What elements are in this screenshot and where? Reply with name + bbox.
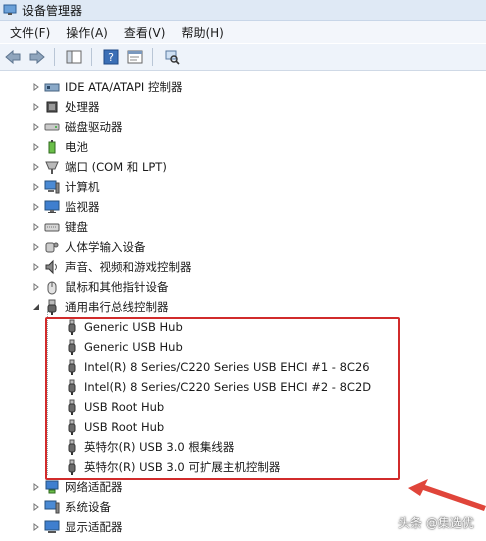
expand-arrow-icon[interactable] — [32, 263, 40, 271]
forward-button[interactable] — [26, 47, 48, 67]
tree-item-label: 通用串行总线控制器 — [65, 300, 169, 314]
tree-item-ports[interactable]: 端口 (COM 和 LPT) — [0, 157, 230, 177]
tree-item-monitor[interactable]: 监视器 — [0, 197, 230, 217]
expand-arrow-icon[interactable] — [32, 183, 40, 191]
toolbar-separator — [54, 48, 55, 66]
expand-arrow-icon[interactable] — [32, 83, 40, 91]
forward-arrow-icon — [29, 50, 45, 64]
collapse-arrow-icon[interactable] — [32, 303, 40, 311]
battery-icon — [44, 139, 60, 155]
expand-arrow-icon[interactable] — [32, 523, 40, 531]
tree-item-battery[interactable]: 电池 — [0, 137, 230, 157]
properties-button[interactable] — [124, 47, 146, 67]
tree-item-sound[interactable]: 声音、视频和游戏控制器 — [0, 257, 230, 277]
toolbar-separator — [91, 48, 92, 66]
help-button[interactable]: ? — [100, 47, 122, 67]
computer-icon — [44, 179, 60, 195]
disk-drive-icon — [44, 119, 60, 135]
tree-item-label: 计算机 — [65, 180, 100, 194]
tree-item-label: 电池 — [65, 140, 88, 154]
scan-hardware-icon — [165, 50, 180, 65]
toolbar-separator — [152, 48, 153, 66]
device-tree: IDE ATA/ATAPI 控制器 处理器 磁盘驱动器 电池 端口 (COM 和… — [0, 71, 486, 541]
properties-icon — [127, 50, 143, 64]
hid-icon — [44, 239, 60, 255]
highlight-box — [45, 317, 400, 480]
port-icon — [44, 159, 60, 175]
help-icon: ? — [103, 49, 119, 65]
tree-item-ide-controller[interactable]: IDE ATA/ATAPI 控制器 — [0, 77, 230, 97]
tree-item-keyboard[interactable]: 键盘 — [0, 217, 230, 237]
tree-item-system-devices[interactable]: 系统设备 — [0, 497, 230, 517]
scan-hardware-button[interactable] — [161, 47, 183, 67]
tree-item-label: 人体学输入设备 — [65, 240, 146, 254]
tree-item-disk-drive[interactable]: 磁盘驱动器 — [0, 117, 230, 137]
network-adapter-icon — [44, 479, 60, 495]
tree-item-hid[interactable]: 人体学输入设备 — [0, 237, 230, 257]
console-tree-icon — [66, 50, 82, 64]
back-arrow-icon — [5, 50, 21, 64]
keyboard-icon — [44, 219, 60, 235]
tree-item-label: 监视器 — [65, 200, 100, 214]
tree-item-label: 鼠标和其他指针设备 — [65, 280, 169, 294]
display-adapter-icon — [44, 519, 60, 535]
expand-arrow-icon[interactable] — [32, 223, 40, 231]
tree-item-network-adapters[interactable]: 网络适配器 — [0, 477, 230, 497]
menu-help[interactable]: 帮助(H) — [175, 24, 229, 41]
menu-action[interactable]: 操作(A) — [60, 24, 114, 41]
tree-item-label: 系统设备 — [65, 500, 111, 514]
tree-item-label: 声音、视频和游戏控制器 — [65, 260, 192, 274]
tree-item-label: 端口 (COM 和 LPT) — [65, 160, 167, 174]
tree-item-display-adapters[interactable]: 显示适配器 — [0, 517, 230, 537]
monitor-icon — [44, 199, 60, 215]
svg-text:?: ? — [108, 51, 114, 64]
tree-item-usb-controllers[interactable]: 通用串行总线控制器 — [0, 297, 230, 317]
back-button[interactable] — [2, 47, 24, 67]
tree-item-label: 网络适配器 — [65, 480, 123, 494]
expand-arrow-icon[interactable] — [32, 283, 40, 291]
toolbar: ? — [0, 44, 486, 71]
show-hide-tree-button[interactable] — [63, 47, 85, 67]
expand-arrow-icon[interactable] — [32, 123, 40, 131]
sound-icon — [44, 259, 60, 275]
expand-arrow-icon[interactable] — [32, 503, 40, 511]
mouse-icon — [44, 279, 60, 295]
window-title: 设备管理器 — [22, 3, 83, 18]
tree-item-label: 键盘 — [65, 220, 88, 234]
menu-bar: 文件(F) 操作(A) 查看(V) 帮助(H) — [0, 21, 486, 43]
system-device-icon — [44, 499, 60, 515]
expand-arrow-icon[interactable] — [32, 103, 40, 111]
tree-item-label: 磁盘驱动器 — [65, 120, 123, 134]
menu-file[interactable]: 文件(F) — [4, 24, 56, 41]
expand-arrow-icon[interactable] — [32, 143, 40, 151]
tree-item-label: IDE ATA/ATAPI 控制器 — [65, 80, 183, 94]
tree-item-processor[interactable]: 处理器 — [0, 97, 230, 117]
pointer-arrow-icon — [408, 479, 486, 511]
tree-item-computer[interactable]: 计算机 — [0, 177, 230, 197]
expand-arrow-icon[interactable] — [32, 483, 40, 491]
expand-arrow-icon[interactable] — [32, 203, 40, 211]
usb-controller-icon — [44, 299, 60, 315]
ide-controller-icon — [44, 79, 60, 95]
menu-view[interactable]: 查看(V) — [118, 24, 172, 41]
tree-item-label: 处理器 — [65, 100, 100, 114]
expand-arrow-icon[interactable] — [32, 243, 40, 251]
tree-item-label: 显示适配器 — [65, 520, 123, 534]
device-manager-icon — [3, 4, 17, 15]
processor-icon — [44, 99, 60, 115]
tree-item-mouse[interactable]: 鼠标和其他指针设备 — [0, 277, 230, 297]
expand-arrow-icon[interactable] — [32, 163, 40, 171]
watermark: 头条 @集选优 — [398, 516, 474, 530]
title-bar: 设备管理器 — [0, 0, 486, 21]
